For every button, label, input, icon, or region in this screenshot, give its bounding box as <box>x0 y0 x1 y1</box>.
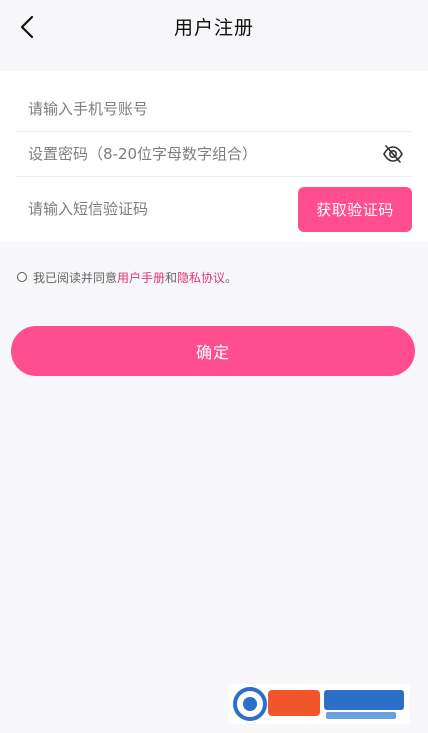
agreement-row: 我已阅读并同意 用户手册 和 隐私协议 。 <box>17 268 237 286</box>
page-title: 用户注册 <box>173 17 254 39</box>
agreement-suffix: 。 <box>225 270 238 285</box>
user-manual-link[interactable]: 用户手册 <box>117 269 165 286</box>
get-code-button[interactable]: 获取验证码 <box>298 187 412 232</box>
phone-input[interactable] <box>28 87 358 131</box>
phone-row <box>16 87 412 132</box>
privacy-policy-link[interactable]: 隐私协议 <box>177 269 225 286</box>
password-row <box>16 132 412 177</box>
password-input[interactable] <box>28 132 358 176</box>
agreement-and: 和 <box>165 270 178 285</box>
header-bar: 用户注册 <box>0 0 428 54</box>
sms-code-input[interactable] <box>28 187 288 231</box>
eye-off-icon <box>383 145 403 163</box>
watermark-logo <box>228 684 410 724</box>
agreement-prefix: 我已阅读并同意 <box>33 270 118 285</box>
register-form: 获取验证码 <box>0 71 428 242</box>
agreement-radio[interactable] <box>17 272 27 282</box>
register-page: 用户注册 获取验证码 我已阅读并同意 用户手册 和 隐私协议 。 <box>0 0 428 733</box>
toggle-password-visibility-button[interactable] <box>382 144 404 164</box>
sms-code-row: 获取验证码 <box>16 187 412 233</box>
confirm-button[interactable]: 确定 <box>11 326 415 376</box>
